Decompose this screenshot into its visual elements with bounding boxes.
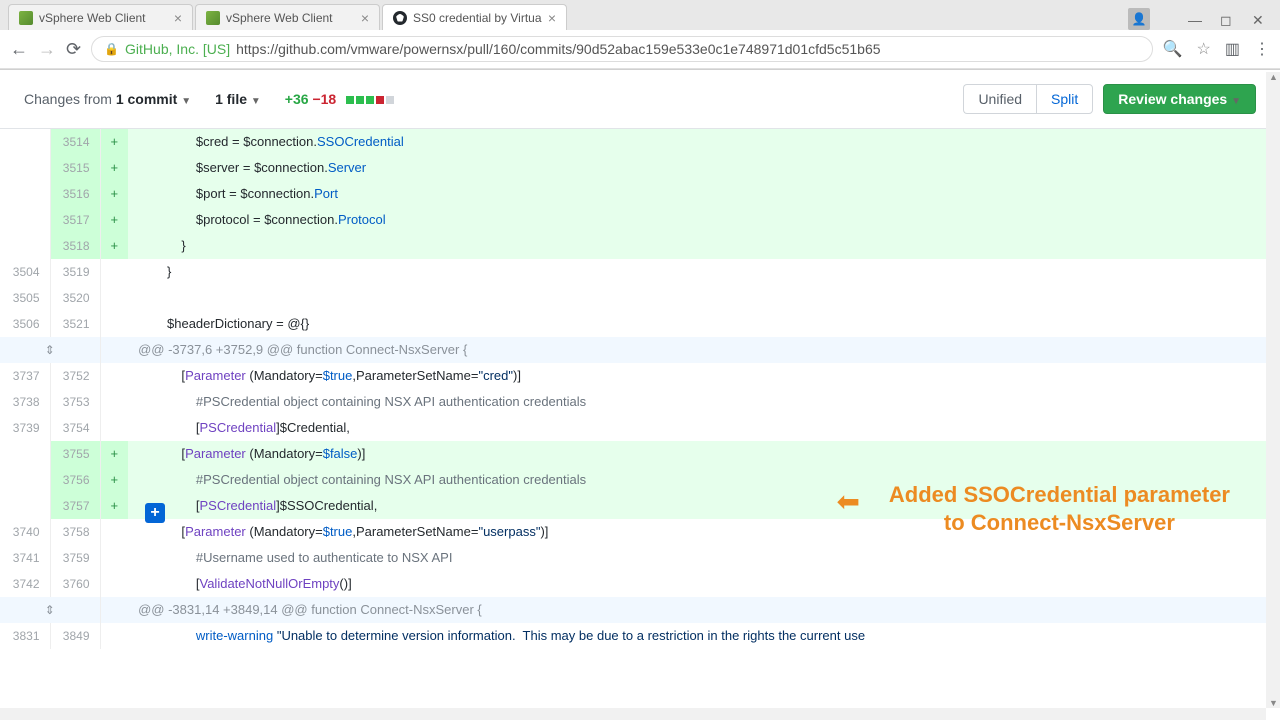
- zoom-icon[interactable]: 🔍: [1163, 39, 1183, 59]
- window-controls: 👤 — ◻ ✕: [1114, 8, 1280, 30]
- maximize-icon[interactable]: ◻: [1220, 12, 1234, 26]
- close-window-icon[interactable]: ✕: [1252, 12, 1266, 26]
- diff-view-toggle: Unified Split: [963, 84, 1093, 114]
- url-input[interactable]: 🔒 GitHub, Inc. [US] https://github.com/v…: [91, 36, 1153, 62]
- annotation-arrow-icon: ⬅: [837, 485, 860, 518]
- menu-icon[interactable]: ⋮: [1254, 39, 1270, 59]
- user-badge-icon[interactable]: 👤: [1128, 8, 1150, 30]
- url-origin: GitHub, Inc. [US]: [125, 41, 230, 57]
- close-icon[interactable]: ×: [174, 10, 182, 26]
- github-icon: [393, 11, 407, 25]
- diff-row-context: 38313849 write-warning "Unable to determ…: [0, 623, 1280, 649]
- chevron-down-icon: ▼: [251, 96, 261, 107]
- tab-title: vSphere Web Client: [39, 11, 146, 25]
- diff-row-addition: 3517+ $protocol = $connection.Protocol: [0, 207, 1280, 233]
- add-comment-button[interactable]: +: [145, 503, 165, 523]
- browser-tab[interactable]: vSphere Web Client ×: [8, 4, 193, 30]
- minimize-icon[interactable]: —: [1188, 12, 1202, 26]
- vsphere-icon: [206, 11, 220, 25]
- diff-row-context: 37393754 [PSCredential]$Credential,: [0, 415, 1280, 441]
- extension-icon[interactable]: ▥: [1225, 39, 1240, 59]
- diff-row-addition: 3514+ $cred = $connection.SSOCredential: [0, 129, 1280, 155]
- bookmark-icon[interactable]: ☆: [1197, 39, 1211, 59]
- forward-icon[interactable]: →: [38, 39, 56, 60]
- back-icon[interactable]: ←: [10, 39, 28, 60]
- diffstat: +36 −18: [285, 91, 394, 107]
- horizontal-scrollbar[interactable]: [0, 708, 1266, 720]
- diff-body: 3514+ $cred = $connection.SSOCredential …: [0, 129, 1280, 649]
- lock-icon: 🔒: [104, 42, 119, 56]
- diff-row-context: 37383753 #PSCredential object containing…: [0, 389, 1280, 415]
- annotation-callout: Added SSOCredential parameter to Connect…: [889, 481, 1230, 536]
- address-bar: ← → ⟳ 🔒 GitHub, Inc. [US] https://github…: [0, 30, 1280, 69]
- close-icon[interactable]: ×: [548, 10, 556, 26]
- diff-hunk-header: ⇕@@ -3737,6 +3752,9 @@ function Connect-…: [0, 337, 1280, 363]
- close-icon[interactable]: ×: [361, 10, 369, 26]
- expand-icon[interactable]: ⇕: [0, 597, 100, 623]
- vsphere-icon: [19, 11, 33, 25]
- diff-row-context: 35063521 $headerDictionary = @{}: [0, 311, 1280, 337]
- vertical-scrollbar[interactable]: [1266, 72, 1280, 708]
- tab-title: vSphere Web Client: [226, 11, 333, 25]
- diff-row-addition: 3518+ }: [0, 233, 1280, 259]
- chevron-down-icon: ▼: [181, 96, 191, 107]
- diff-table: 3514+ $cred = $connection.SSOCredential …: [0, 129, 1280, 649]
- split-button[interactable]: Split: [1036, 84, 1093, 114]
- expand-icon[interactable]: ⇕: [0, 337, 100, 363]
- diff-row-context: 37423760 [ValidateNotNullOrEmpty()]: [0, 571, 1280, 597]
- diff-row-addition: 3516+ $port = $connection.Port: [0, 181, 1280, 207]
- review-changes-button[interactable]: Review changes ▼: [1103, 84, 1256, 114]
- diff-toolbar: Changes from 1 commit ▼ 1 file ▼ +36 −18…: [0, 70, 1280, 129]
- browser-tab[interactable]: vSphere Web Client ×: [195, 4, 380, 30]
- reload-icon[interactable]: ⟳: [66, 39, 81, 60]
- files-dropdown[interactable]: 1 file ▼: [215, 91, 261, 107]
- diff-row-context: 37373752 [Parameter (Mandatory=$true,Par…: [0, 363, 1280, 389]
- url-path: https://github.com/vmware/powernsx/pull/…: [236, 41, 880, 57]
- diff-row-context: 35053520: [0, 285, 1280, 311]
- diff-row-addition: 3755+ [Parameter (Mandatory=$false)]: [0, 441, 1280, 467]
- tab-title: SS0 credential by Virtua: [413, 11, 542, 25]
- browser-tab-active[interactable]: SS0 credential by Virtua ×: [382, 4, 567, 30]
- browser-tab-bar: vSphere Web Client × vSphere Web Client …: [0, 0, 1280, 30]
- changes-dropdown[interactable]: Changes from 1 commit ▼: [24, 91, 191, 107]
- chevron-down-icon: ▼: [1231, 96, 1241, 107]
- diff-hunk-header: ⇕@@ -3831,14 +3849,14 @@ function Connec…: [0, 597, 1280, 623]
- diff-row-context: 35043519 }: [0, 259, 1280, 285]
- diff-row-context: 37413759 #Username used to authenticate …: [0, 545, 1280, 571]
- diff-row-addition: 3515+ $server = $connection.Server: [0, 155, 1280, 181]
- unified-button[interactable]: Unified: [963, 84, 1036, 114]
